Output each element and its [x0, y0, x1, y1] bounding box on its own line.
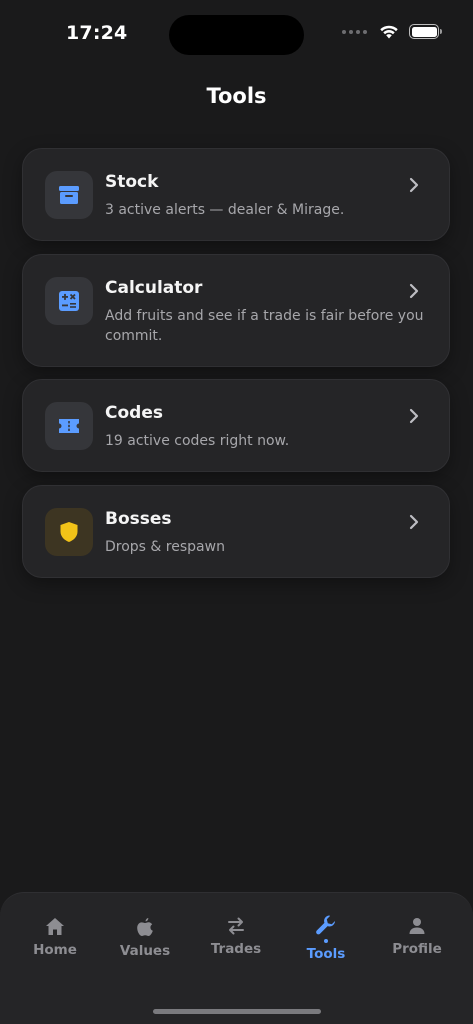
calculator-icon	[45, 277, 93, 325]
chevron-right-icon	[409, 514, 419, 530]
tab-values[interactable]: Values	[100, 917, 190, 959]
swap-arrows-icon	[228, 917, 244, 935]
tool-card-subtitle: Drops & respawn	[105, 539, 225, 555]
home-icon	[46, 918, 64, 935]
ticket-icon	[45, 402, 93, 450]
tool-card-subtitle: 19 active codes right now.	[105, 433, 290, 449]
tool-card-title: Bosses	[105, 509, 172, 529]
tool-card-codes[interactable]: Codes 19 active codes right now.	[22, 379, 450, 472]
tool-card-title: Stock	[105, 172, 159, 192]
tab-label: Values	[119, 943, 171, 959]
tab-tools[interactable]: Tools	[281, 914, 371, 962]
chevron-right-icon	[409, 177, 419, 193]
tool-card-title: Codes	[105, 403, 163, 423]
tool-card-subtitle: Add fruits and see if a trade is fair be…	[105, 308, 424, 344]
person-icon	[409, 918, 425, 934]
tab-home[interactable]: Home	[10, 917, 100, 958]
cellular-signal-icon	[342, 29, 367, 34]
tab-trades[interactable]: Trades	[191, 917, 281, 957]
bottom-tab-bar: Home Values Trades Tools Profile	[0, 892, 473, 1024]
tab-label: Trades	[210, 941, 262, 957]
status-time: 17:24	[66, 22, 128, 44]
page-title: Tools	[206, 84, 267, 108]
apple-icon	[137, 918, 153, 936]
wrench-icon	[316, 915, 335, 935]
tool-card-bosses[interactable]: Bosses Drops & respawn	[22, 485, 450, 578]
tab-profile[interactable]: Profile	[372, 917, 462, 957]
status-indicators	[342, 24, 442, 39]
tool-card-stock[interactable]: Stock 3 active alerts — dealer & Mirage.	[22, 148, 450, 241]
tab-label: Tools	[306, 946, 346, 962]
tool-card-calculator[interactable]: Calculator Add fruits and see if a trade…	[22, 254, 450, 367]
wifi-icon	[380, 25, 398, 39]
chevron-right-icon	[409, 408, 419, 424]
tools-screen: 17:24 Tools Stock 3 active alerts — deal…	[0, 0, 473, 1024]
tool-card-title: Calculator	[105, 278, 203, 298]
tab-label: Home	[33, 942, 77, 958]
chevron-right-icon	[409, 283, 419, 299]
battery-icon	[409, 24, 442, 39]
home-indicator[interactable]	[153, 1009, 321, 1014]
shield-icon	[45, 508, 93, 556]
tool-card-subtitle: 3 active alerts — dealer & Mirage.	[105, 202, 345, 218]
dynamic-island	[169, 15, 304, 55]
tab-label: Profile	[392, 941, 442, 957]
archive-box-icon	[45, 171, 93, 219]
active-tab-indicator	[324, 939, 328, 943]
